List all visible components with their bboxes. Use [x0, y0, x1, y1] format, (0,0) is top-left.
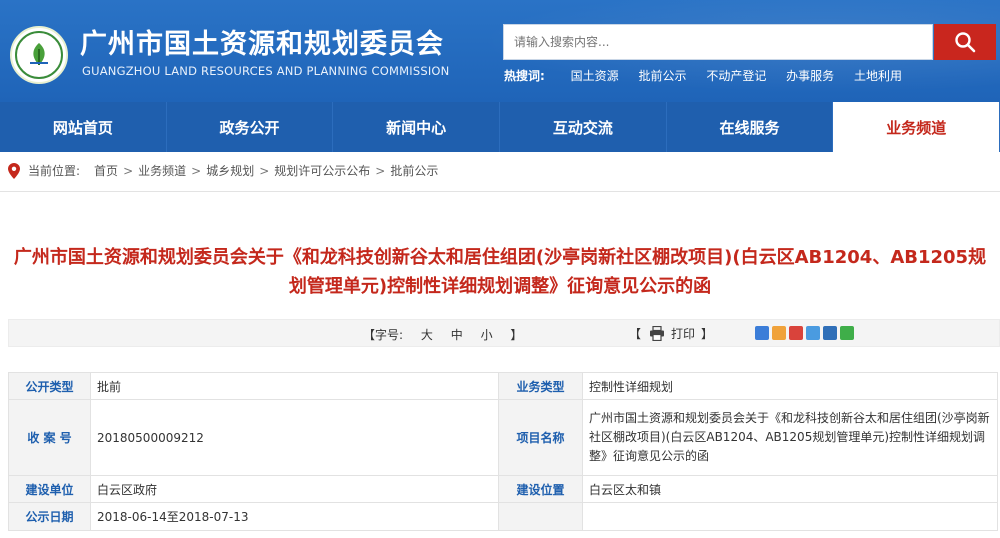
breadcrumb: 当前位置: 首页 > 业务频道 > 城乡规划 > 规划许可公示公布 > 批前公示: [8, 162, 438, 179]
cell-label-empty: [498, 502, 583, 531]
share-qzone-icon[interactable]: [772, 326, 786, 340]
cell-value-construction-unit: 白云区政府: [90, 475, 499, 503]
cell-label-publish-type: 公开类型: [8, 372, 91, 400]
nav-business-channel[interactable]: 业务频道: [833, 102, 1000, 152]
share-wechat-icon[interactable]: [840, 326, 854, 340]
nav-home[interactable]: 网站首页: [0, 102, 167, 152]
breadcrumb-pre-approval[interactable]: 批前公示: [390, 162, 438, 179]
font-size-small[interactable]: 小: [481, 328, 493, 342]
nav-interaction[interactable]: 互动交流: [500, 102, 667, 152]
main-nav: 网站首页 政务公开 新闻中心 互动交流 在线服务 业务频道: [0, 102, 1000, 152]
nav-government-affairs[interactable]: 政务公开: [167, 102, 334, 152]
cell-value-construction-location: 白云区太和镇: [582, 475, 998, 503]
print-bracket-open: 【: [629, 327, 642, 341]
share-more-icon[interactable]: [755, 326, 769, 340]
cell-label-construction-location: 建设位置: [498, 475, 583, 503]
table-row: 公开类型 批前 业务类型 控制性详细规划: [8, 372, 998, 400]
share-icons: [755, 326, 854, 340]
cell-label-publicity-date: 公示日期: [8, 502, 91, 531]
cell-label-project-name: 项目名称: [498, 399, 583, 476]
font-size-control: 【字号: 大 中 小 】: [363, 326, 522, 343]
search-button[interactable]: [934, 24, 996, 60]
breadcrumb-business-channel[interactable]: 业务频道: [138, 162, 186, 179]
site-subtitle: GUANGZHOU LAND RESOURCES AND PLANNING CO…: [82, 64, 450, 78]
location-pin-icon: [8, 162, 20, 179]
hot-word-real-estate[interactable]: 不动产登记: [706, 69, 766, 83]
hot-search-words: 热搜词: 国土资源 批前公示 不动产登记 办事服务 土地利用: [504, 67, 918, 84]
hot-word-pre-approval[interactable]: 批前公示: [638, 69, 686, 83]
breadcrumb-home[interactable]: 首页: [94, 162, 118, 179]
print-bracket-close: 】: [701, 327, 714, 341]
breadcrumb-separator: >: [375, 163, 386, 178]
cell-value-project-name: 广州市国土资源和规划委员会关于《和龙科技创新谷太和居住组团(沙亭岗新社区棚改项目…: [582, 399, 998, 476]
cell-label-business-type: 业务类型: [498, 372, 583, 400]
table-row: 公示日期 2018-06-14至2018-07-13: [8, 502, 998, 531]
site-logo[interactable]: [10, 26, 68, 84]
share-weibo-icon[interactable]: [789, 326, 803, 340]
print-control[interactable]: 【 打印 】: [629, 325, 713, 342]
site-title: 广州市国土资源和规划委员会: [80, 29, 444, 60]
article-title-line-2: 划管理单元)控制性详细规划调整》征询意见公示的函: [288, 276, 712, 297]
share-tencent-weibo-icon[interactable]: [806, 326, 820, 340]
table-row: 建设单位 白云区政府 建设位置 白云区太和镇: [8, 475, 998, 503]
breadcrumb-urban-rural-planning[interactable]: 城乡规划: [206, 162, 254, 179]
table-row: 收 案 号 20180500009212 项目名称 广州市国土资源和规划委员会关…: [8, 399, 998, 476]
search-box: [503, 24, 933, 60]
cell-value-business-type: 控制性详细规划: [582, 372, 998, 400]
site-header: 广州市国土资源和规划委员会 GUANGZHOU LAND RESOURCES A…: [0, 0, 1000, 102]
hot-word-services[interactable]: 办事服务: [786, 69, 834, 83]
info-table: 公开类型 批前 业务类型 控制性详细规划 收 案 号 2018050000921…: [8, 372, 998, 531]
hot-word-land-use[interactable]: 土地利用: [854, 69, 902, 83]
article-title-line-1: 广州市国土资源和规划委员会关于《和龙科技创新谷太和居住组团(沙亭岗新社区棚改项目…: [13, 247, 987, 268]
cell-value-case-number: 20180500009212: [90, 399, 499, 476]
font-size-label: 【字号:: [363, 328, 404, 342]
hot-search-label: 热搜词:: [504, 69, 545, 83]
breadcrumb-separator: >: [191, 163, 202, 178]
share-renren-icon[interactable]: [823, 326, 837, 340]
article-tools-bar: 【字号: 大 中 小 】 【 打印 】: [8, 319, 1000, 347]
cell-value-empty: [582, 502, 998, 531]
article-title: 广州市国土资源和规划委员会关于《和龙科技创新谷太和居住组团(沙亭岗新社区棚改项目…: [0, 243, 1000, 301]
font-size-medium[interactable]: 中: [451, 328, 463, 342]
hot-word-land-resources[interactable]: 国土资源: [571, 69, 619, 83]
print-label: 打印: [671, 327, 696, 341]
breadcrumb-divider: [0, 191, 1000, 192]
search-input[interactable]: [504, 25, 932, 59]
font-size-large[interactable]: 大: [421, 328, 433, 342]
nav-online-services[interactable]: 在线服务: [667, 102, 834, 152]
breadcrumb-planning-permit[interactable]: 规划许可公示公布: [274, 162, 370, 179]
cell-value-publish-type: 批前: [90, 372, 499, 400]
breadcrumb-separator: >: [259, 163, 270, 178]
breadcrumb-label: 当前位置:: [28, 164, 81, 178]
printer-icon: [650, 326, 665, 341]
nav-news-center[interactable]: 新闻中心: [333, 102, 501, 152]
font-size-bracket-end: 】: [510, 328, 523, 342]
logo-leaf-icon: [30, 43, 48, 65]
search-icon: [955, 32, 976, 53]
cell-label-case-number: 收 案 号: [8, 399, 91, 476]
cell-label-construction-unit: 建设单位: [8, 475, 91, 503]
breadcrumb-separator: >: [123, 163, 134, 178]
cell-value-publicity-date: 2018-06-14至2018-07-13: [90, 502, 499, 531]
